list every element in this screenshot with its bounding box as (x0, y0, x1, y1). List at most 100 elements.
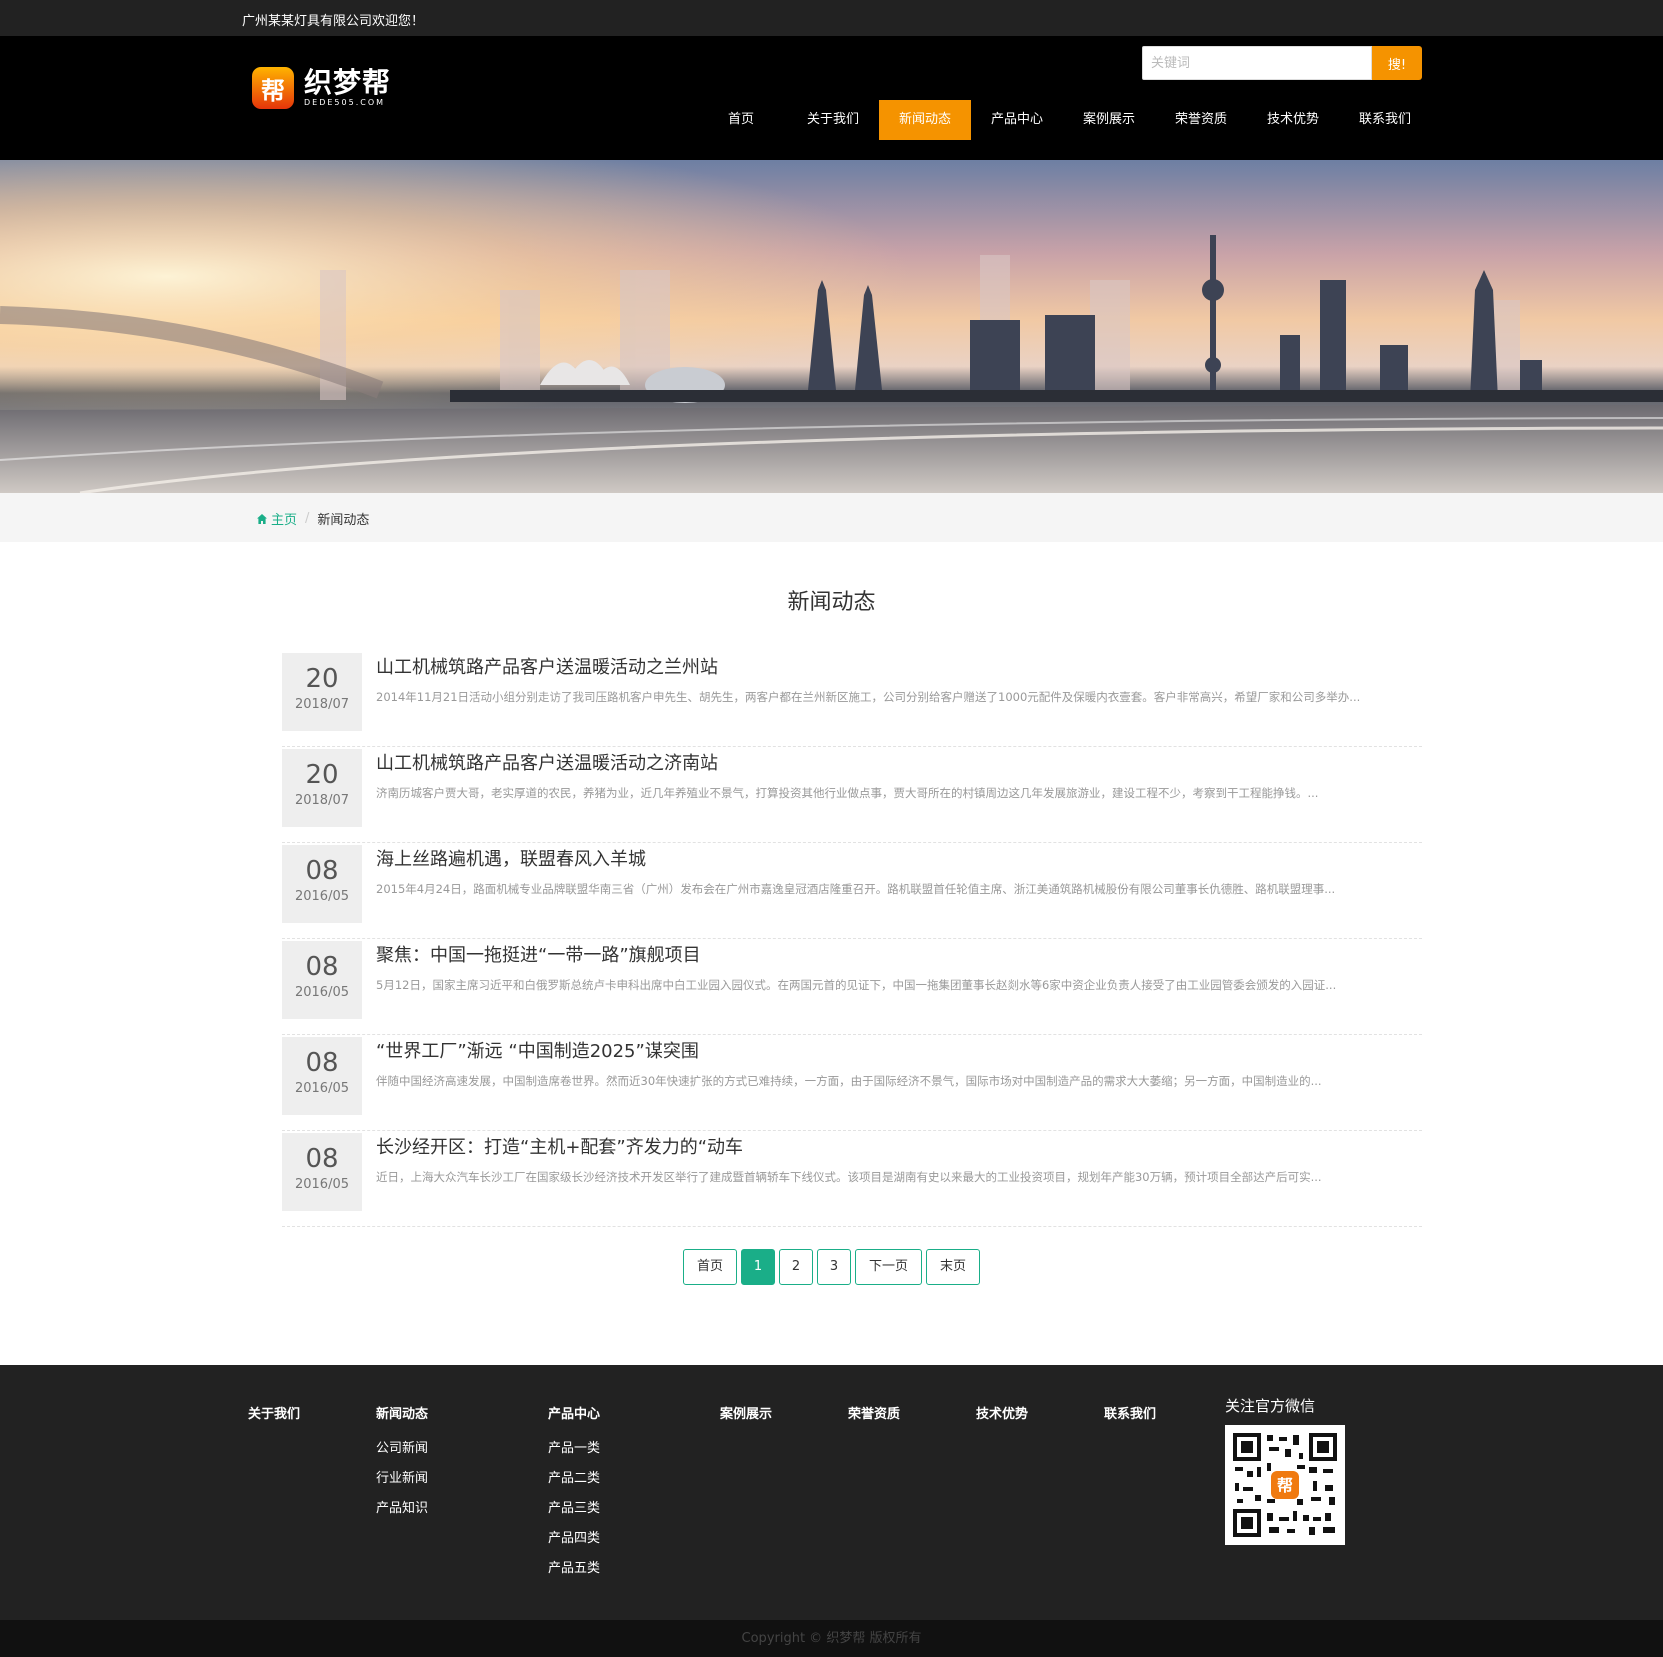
home-icon (257, 513, 267, 524)
footer-col-about: 关于我们 (248, 1403, 300, 1434)
footer-link[interactable]: 产品四类 (548, 1524, 600, 1554)
breadcrumb: 主页 / 新闻动态 (256, 509, 369, 528)
nav-item-honors[interactable]: 荣誉资质 (1155, 100, 1247, 140)
footer-heading-link[interactable]: 新闻动态 (376, 1403, 428, 1422)
city-skyline-illustration (0, 160, 1663, 493)
news-list: 20 2018/07 山工机械筑路产品客户送温暖活动之兰州站 2014年11月2… (282, 651, 1422, 1227)
wechat-block: 关注官方微信 帮 (1225, 1395, 1345, 1545)
news-title-link[interactable]: “世界工厂”渐远 “中国制造2025”谋突围 (376, 1037, 699, 1063)
news-date-month: 2016/05 (294, 889, 349, 904)
news-date: 08 2016/05 (282, 1133, 362, 1211)
footer-heading-link[interactable]: 荣誉资质 (848, 1403, 900, 1422)
breadcrumb-separator: / (305, 511, 310, 526)
news-item[interactable]: 08 2016/05 “世界工厂”渐远 “中国制造2025”谋突围 伴随中国经济… (282, 1035, 1422, 1131)
footer-link[interactable]: 产品五类 (548, 1554, 600, 1584)
news-summary: 济南历城客户贾大哥，老实厚道的农民，养猪为业，近几年养殖业不景气，打算投资其他行… (376, 786, 1319, 800)
news-date: 08 2016/05 (282, 845, 362, 923)
search-box: 搜! (1142, 46, 1422, 80)
footer-link[interactable]: 产品三类 (548, 1494, 600, 1524)
breadcrumb-current: 新闻动态 (317, 513, 370, 528)
news-summary: 2014年11月21日活动小组分别走访了我司压路机客户申先生、胡先生，两客户都在… (376, 690, 1361, 704)
news-date-month: 2016/05 (294, 1177, 349, 1192)
news-title-link[interactable]: 聚焦：中国一拖挺进“一带一路”旗舰项目 (376, 941, 701, 967)
pager-last[interactable]: 末页 (926, 1249, 981, 1285)
footer-heading-link[interactable]: 案例展示 (720, 1403, 772, 1422)
news-date: 08 2016/05 (282, 1037, 362, 1115)
breadcrumb-home-label: 主页 (271, 513, 298, 528)
news-date-day: 20 (305, 664, 339, 694)
news-date-day: 08 (305, 1144, 339, 1174)
news-item[interactable]: 20 2018/07 山工机械筑路产品客户送温暖活动之兰州站 2014年11月2… (282, 651, 1422, 747)
footer-col-products: 产品中心 产品一类 产品二类 产品三类 产品四类 产品五类 (548, 1403, 600, 1584)
search-button[interactable]: 搜! (1372, 46, 1422, 80)
news-date-month: 2016/05 (294, 1081, 349, 1096)
news-summary: 近日，上海大众汽车长沙工厂在国家级长沙经济技术开发区举行了建成暨首辆轿车下线仪式… (376, 1170, 1322, 1184)
top-bar: 广州某某灯具有限公司欢迎您！ (0, 0, 1663, 36)
footer-heading-link[interactable]: 产品中心 (548, 1403, 600, 1422)
wechat-title: 关注官方微信 (1225, 1397, 1316, 1415)
footer-link[interactable]: 产品二类 (548, 1464, 600, 1494)
pager-next[interactable]: 下一页 (854, 1249, 922, 1285)
news-date-day: 20 (305, 760, 339, 790)
header: 帮 织梦帮 DEDE505.COM 搜! 首页 关于我们 新闻动态 产品中心 案… (0, 36, 1663, 160)
footer: 关于我们 新闻动态 公司新闻 行业新闻 产品知识 产品中心 产品一类 产品二类 … (0, 1365, 1663, 1620)
news-item[interactable]: 20 2018/07 山工机械筑路产品客户送温暖活动之济南站 济南历城客户贾大哥… (282, 747, 1422, 843)
qr-code-icon: 帮 (1233, 1433, 1337, 1537)
footer-link[interactable]: 产品知识 (376, 1494, 428, 1524)
banner-image (0, 160, 1663, 493)
news-date: 20 2018/07 (282, 653, 362, 731)
nav-item-cases[interactable]: 案例展示 (1063, 100, 1155, 140)
news-item[interactable]: 08 2016/05 长沙经开区：打造“主机+配套”齐发力的“动车 近日，上海大… (282, 1131, 1422, 1227)
nav-item-news[interactable]: 新闻动态 (879, 100, 971, 140)
pager-page-1[interactable]: 1 (740, 1249, 775, 1285)
footer-link[interactable]: 行业新闻 (376, 1464, 428, 1494)
nav-item-home[interactable]: 首页 (695, 100, 787, 140)
news-summary: 伴随中国经济高速发展，中国制造席卷世界。然而近30年快速扩张的方式已难持续，一方… (376, 1074, 1322, 1088)
site-logo[interactable]: 帮 织梦帮 DEDE505.COM (252, 58, 402, 118)
nav-item-technology[interactable]: 技术优势 (1247, 100, 1339, 140)
footer-link[interactable]: 公司新闻 (376, 1434, 428, 1464)
qr-badge-text: 帮 (1277, 1476, 1293, 1495)
pager-first[interactable]: 首页 (682, 1249, 737, 1285)
footer-col-contact: 联系我们 (1104, 1403, 1156, 1434)
breadcrumb-bar: 主页 / 新闻动态 (0, 493, 1663, 542)
logo-sub-text: DEDE505.COM (304, 98, 386, 107)
copyright: Copyright © 织梦帮 版权所有 (0, 1620, 1663, 1657)
news-item[interactable]: 08 2016/05 海上丝路遍机遇，联盟春风入羊城 2015年4月24日，路面… (282, 843, 1422, 939)
news-date-day: 08 (305, 1048, 339, 1078)
footer-col-cases: 案例展示 (720, 1403, 772, 1434)
news-date-month: 2018/07 (294, 697, 349, 712)
news-title-link[interactable]: 山工机械筑路产品客户送温暖活动之济南站 (376, 749, 718, 775)
footer-heading-link[interactable]: 联系我们 (1104, 1403, 1156, 1422)
welcome-text: 广州某某灯具有限公司欢迎您！ (242, 14, 425, 29)
news-date-day: 08 (305, 856, 339, 886)
footer-col-news: 新闻动态 公司新闻 行业新闻 产品知识 (376, 1403, 428, 1524)
pager-page-3[interactable]: 3 (816, 1249, 851, 1285)
nav-item-about[interactable]: 关于我们 (787, 100, 879, 140)
news-title-link[interactable]: 海上丝路遍机遇，联盟春风入羊城 (376, 845, 646, 871)
breadcrumb-home-link[interactable]: 主页 (256, 509, 297, 528)
wechat-qr-code: 帮 (1225, 1425, 1345, 1545)
page-title: 新闻动态 (787, 590, 876, 615)
nav-item-products[interactable]: 产品中心 (971, 100, 1063, 140)
logo-main-text: 织梦帮 (304, 66, 392, 99)
news-date-day: 08 (305, 952, 339, 982)
search-input[interactable] (1142, 46, 1372, 80)
logo-badge-icon: 帮 (252, 67, 294, 109)
footer-col-honors: 荣誉资质 (848, 1403, 900, 1434)
news-summary: 2015年4月24日，路面机械专业品牌联盟华南三省（广州）发布会在广州市嘉逸皇冠… (376, 882, 1336, 896)
pagination: 首页 1 2 3 下一页 末页 (0, 1249, 1663, 1285)
news-item[interactable]: 08 2016/05 聚焦：中国一拖挺进“一带一路”旗舰项目 5月12日，国家主… (282, 939, 1422, 1035)
news-date-month: 2018/07 (294, 793, 349, 808)
news-date: 20 2018/07 (282, 749, 362, 827)
footer-heading-link[interactable]: 关于我们 (248, 1403, 300, 1422)
footer-heading-link[interactable]: 技术优势 (976, 1403, 1028, 1422)
news-title-link[interactable]: 山工机械筑路产品客户送温暖活动之兰州站 (376, 653, 718, 679)
footer-col-technology: 技术优势 (976, 1403, 1028, 1434)
news-date-month: 2016/05 (294, 985, 349, 1000)
news-title-link[interactable]: 长沙经开区：打造“主机+配套”齐发力的“动车 (376, 1133, 743, 1159)
pager-page-2[interactable]: 2 (778, 1249, 813, 1285)
main-nav: 首页 关于我们 新闻动态 产品中心 案例展示 荣誉资质 技术优势 联系我们 (695, 100, 1431, 140)
footer-link[interactable]: 产品一类 (548, 1434, 600, 1464)
nav-item-contact[interactable]: 联系我们 (1339, 100, 1431, 140)
